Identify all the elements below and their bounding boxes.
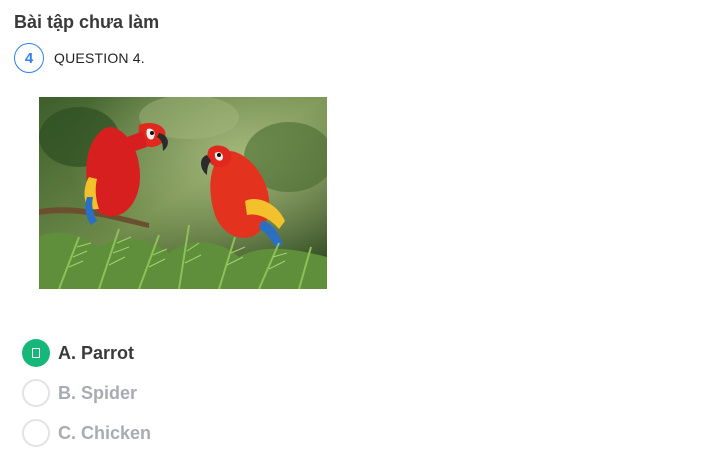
question-number-badge: 4 bbox=[14, 43, 44, 73]
answer-list: A. Parrot B. Spider C. Chicken bbox=[22, 338, 151, 458]
question-image-macaws bbox=[39, 97, 327, 289]
answer-option-b[interactable]: B. Spider bbox=[22, 378, 151, 408]
question-label: QUESTION 4. bbox=[54, 50, 145, 66]
radio-selected-icon[interactable] bbox=[22, 339, 50, 367]
answer-label: B. Spider bbox=[58, 382, 138, 403]
answer-label: A. Parrot bbox=[58, 342, 135, 363]
answer-label: C. Chicken bbox=[58, 422, 152, 443]
answer-option-a[interactable]: A. Parrot bbox=[22, 338, 151, 368]
radio-unselected-icon[interactable] bbox=[22, 379, 50, 407]
radio-unselected-icon[interactable] bbox=[22, 419, 50, 447]
section-title: Bài tập chưa làm bbox=[14, 12, 160, 32]
question-header: 4 QUESTION 4. bbox=[14, 43, 145, 73]
answer-option-c[interactable]: C. Chicken bbox=[22, 418, 151, 448]
checkmark-icon bbox=[32, 348, 40, 358]
